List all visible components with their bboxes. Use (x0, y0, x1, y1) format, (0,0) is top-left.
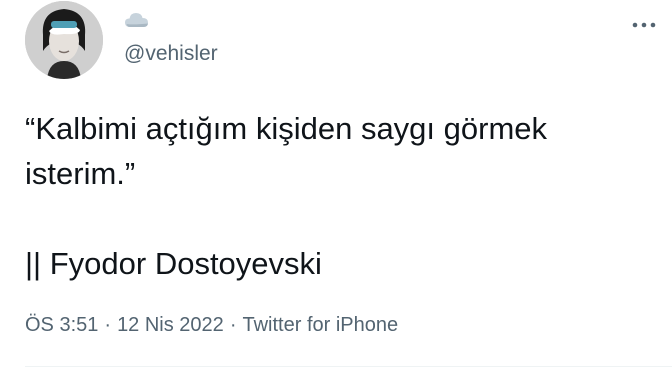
meta-separator: · (104, 314, 112, 336)
tweet-time[interactable]: ÖS 3:51 (25, 314, 98, 336)
tweet-attribution: || Fyodor Dostoyevski (25, 246, 322, 281)
author-handle[interactable]: @vehisler (124, 42, 218, 66)
divider (25, 366, 672, 367)
tweet-metadata: ÖS 3:51 · 12 Nis 2022 · Twitter for iPhone (25, 311, 398, 339)
tweet-text: “Kalbimi açtığım kişiden saygı görmek is… (25, 106, 655, 286)
avatar-image (25, 1, 103, 79)
tweet-text-gap (25, 196, 655, 241)
tweet-source[interactable]: Twitter for iPhone (242, 314, 398, 336)
cloud-emoji-icon (124, 10, 150, 30)
tweet-text-line-2: isterim.” (25, 156, 136, 191)
tweet-text-line-1: “Kalbimi açtığım kişiden saygı görmek (25, 111, 548, 146)
meta-separator: · (229, 314, 237, 336)
tweet-date[interactable]: 12 Nis 2022 (117, 314, 224, 336)
avatar[interactable] (25, 1, 103, 79)
more-options-icon[interactable] (632, 16, 656, 28)
